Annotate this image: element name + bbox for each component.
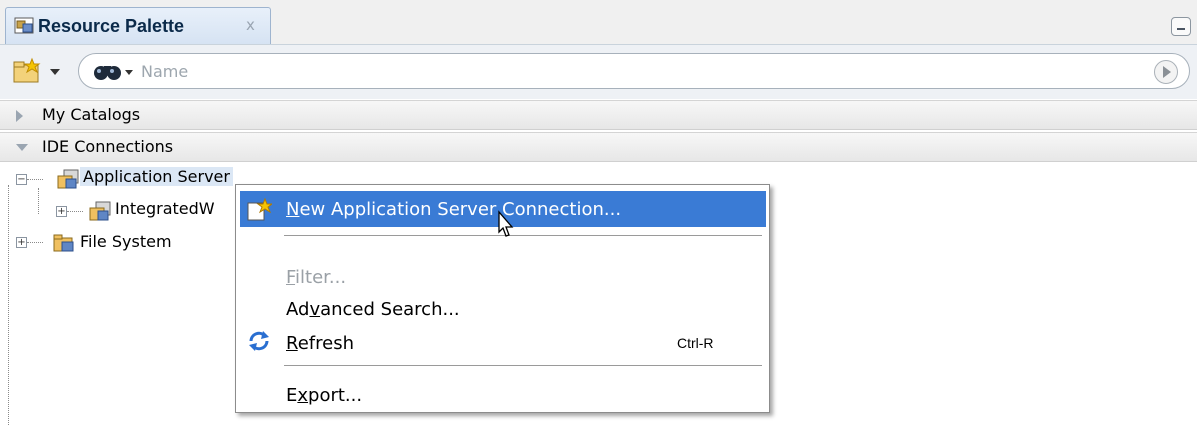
menu-separator [284,365,762,366]
binoculars-icon[interactable] [92,59,138,83]
search-input[interactable] [141,60,1121,82]
menu-label: ilter... [295,267,347,288]
tree-line [27,242,43,243]
mouse-cursor-icon [498,210,514,237]
mnemonic: v [309,299,321,320]
menu-label: E [286,385,298,406]
minimize-button[interactable] [1171,17,1191,36]
new-connection-icon [247,198,272,221]
mnemonic: x [297,385,309,406]
tree-node-file-system[interactable]: File System [80,232,172,251]
application-server-icon [57,169,79,189]
application-server-icon [89,201,111,221]
menu-label: anced Search... [320,299,460,320]
tree-line [8,185,9,425]
tab-strip: Resource Palette x [0,0,1197,45]
menu-label: port... [308,385,363,406]
collapse-arrow-icon [16,144,28,151]
toolbar [0,45,1197,99]
mnemonic: R [286,333,298,354]
tree-node-application-server[interactable]: Application Server [80,167,233,186]
section-label: My Catalogs [42,105,141,124]
menu-label: ew Application Server Connection... [299,199,622,220]
collapse-tree-icon[interactable]: − [16,174,27,185]
tree-line [27,179,43,180]
section-label: IDE Connections [42,137,174,156]
menu-separator [284,235,762,236]
close-icon[interactable]: x [246,16,255,34]
file-system-icon [53,234,74,252]
expand-tree-icon[interactable]: + [16,237,27,248]
tab-title: Resource Palette [38,16,185,36]
mnemonic: N [286,199,300,220]
tree-line [38,188,39,214]
search-field[interactable] [78,53,1190,89]
menu-label: efresh [297,333,354,354]
new-folder-icon[interactable] [12,57,72,85]
search-go-button[interactable] [1154,60,1178,84]
section-my-catalogs[interactable]: My Catalogs [0,100,1197,130]
expand-tree-icon[interactable]: + [56,206,67,217]
section-ide-connections[interactable]: IDE Connections [0,132,1197,162]
resource-palette-icon [14,17,34,34]
menu-item-filter[interactable]: Filter... [240,259,766,295]
expand-arrow-icon [16,110,23,122]
menu-item-refresh[interactable]: Refresh Ctrl-R [240,325,766,361]
menu-item-advanced-search[interactable]: Advanced Search... [240,291,766,327]
menu-item-export[interactable]: Export... [240,377,766,413]
tree-line [67,211,83,212]
mnemonic: F [286,267,296,288]
refresh-icon [249,331,269,351]
menu-label: Ad [286,299,310,320]
tree-node-integrated[interactable]: IntegratedW [115,199,215,218]
accelerator-label: Ctrl-R [677,335,714,351]
tab-resource-palette[interactable]: Resource Palette x [5,7,271,44]
